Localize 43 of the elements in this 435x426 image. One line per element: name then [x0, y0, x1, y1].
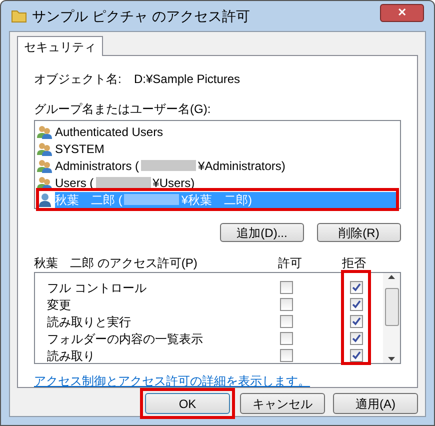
permission-name: 読み取りと実行	[47, 314, 132, 330]
permission-name: フォルダーの内容の一覧表示	[47, 330, 204, 348]
deny-header: 拒否	[342, 255, 366, 272]
permission-name: 読み取り	[47, 348, 96, 364]
users-icon	[37, 142, 53, 156]
checkbox[interactable]	[280, 349, 293, 362]
checkbox[interactable]	[280, 298, 293, 311]
permission-name: フル コントロール	[47, 280, 148, 296]
checkbox[interactable]	[280, 315, 293, 328]
users-icon	[37, 158, 53, 172]
checkbox[interactable]	[350, 298, 363, 311]
group-list-label: グループ名またはユーザー名(G):	[34, 101, 212, 118]
permissions-label: 秋葉 二郎 のアクセス許可(P)	[34, 255, 198, 272]
scroll-thumb[interactable]	[384, 288, 398, 326]
close-button[interactable]: ✕	[380, 4, 424, 22]
object-name-value: D:¥Sample Pictures	[134, 71, 240, 88]
group-list-item[interactable]: Administrators ( ¥Administrators)	[55, 158, 398, 174]
object-name-label: オブジェクト名:	[34, 71, 122, 88]
scroll-up-icon[interactable]	[388, 275, 395, 279]
window-title: サンプル ピクチャ のアクセス許可	[32, 6, 250, 26]
group-list-item[interactable]: Authenticated Users	[55, 124, 398, 140]
users-icon	[37, 124, 53, 138]
folder-icon	[11, 8, 27, 24]
users-icon	[37, 176, 53, 190]
checkbox[interactable]	[350, 281, 363, 294]
checkbox[interactable]	[350, 349, 363, 362]
group-list-item[interactable]: SYSTEM	[55, 140, 398, 156]
tab[interactable]: セキュリティ	[17, 36, 103, 56]
scroll-down-icon[interactable]	[388, 357, 395, 361]
group-action-button[interactable]: 削除(R)	[317, 223, 401, 242]
dialog-button[interactable]: 適用(A)	[333, 393, 418, 414]
checkbox[interactable]	[350, 315, 363, 328]
checkbox[interactable]	[280, 332, 293, 345]
dialog-button[interactable]: キャンセル	[240, 393, 325, 414]
checkbox[interactable]	[350, 332, 363, 345]
scrollbar[interactable]	[383, 273, 400, 363]
group-action-button[interactable]: 追加(D)...	[220, 223, 304, 242]
permission-name: 変更	[47, 296, 72, 314]
dialog-button[interactable]: OK	[145, 393, 230, 414]
details-link[interactable]: アクセス制御とアクセス許可の詳細を表示します。	[34, 372, 401, 390]
allow-header: 許可	[278, 255, 303, 272]
user-icon	[37, 192, 53, 206]
checkbox[interactable]	[280, 281, 293, 294]
